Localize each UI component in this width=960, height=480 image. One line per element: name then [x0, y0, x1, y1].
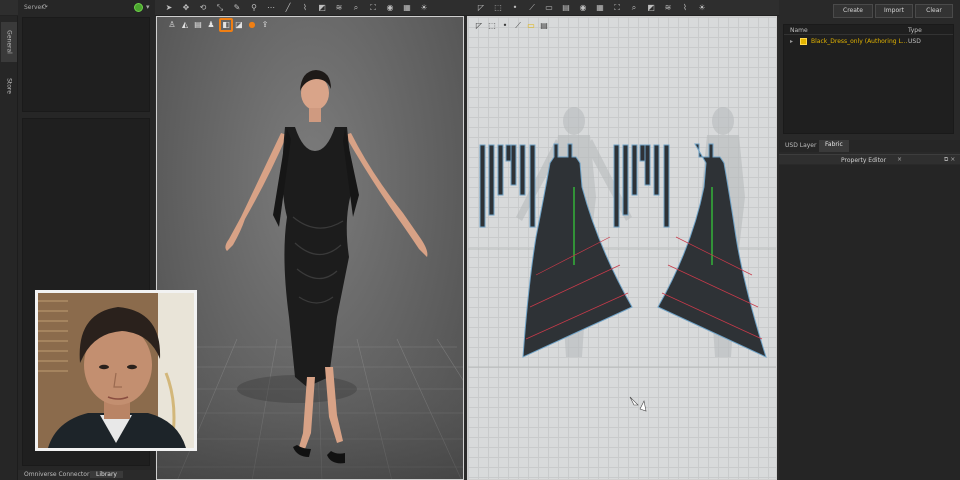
left-side-tab-strip: General Store: [0, 16, 18, 480]
brush-icon[interactable]: ✎: [232, 3, 242, 13]
scene-tree-header: Name Type: [784, 25, 953, 35]
point-icon[interactable]: •: [510, 3, 520, 13]
camera-icon[interactable]: ◉: [385, 3, 395, 13]
3d-scene: [157, 70, 463, 479]
table-row[interactable]: ▸ Black_Dress_only (Authoring L... USD: [784, 37, 953, 47]
fold-icon[interactable]: ◩: [646, 3, 656, 13]
needle-icon[interactable]: ╱: [283, 3, 293, 13]
import-button[interactable]: Import: [875, 4, 913, 18]
render-icon[interactable]: ☀: [419, 3, 429, 13]
expand-arrow-icon[interactable]: ▸: [790, 38, 793, 45]
move-icon[interactable]: ✥: [181, 3, 191, 13]
pin-icon[interactable]: ⚲: [249, 3, 259, 13]
camera-icon[interactable]: ◉: [578, 3, 588, 13]
webcam-overlay: [35, 290, 197, 451]
tab-store-label: Store: [5, 78, 13, 94]
tab-library[interactable]: Library: [90, 471, 123, 478]
segment-icon[interactable]: ⟋: [527, 3, 537, 13]
server-list-panel: [22, 17, 150, 112]
select-icon[interactable]: ◸: [476, 3, 486, 13]
left-panel-header: Server ⟳ ▾: [18, 2, 155, 14]
zoom-icon[interactable]: ⌕: [629, 3, 639, 13]
fit-icon[interactable]: ⛶: [612, 3, 622, 13]
pattern-tool-icon[interactable]: ▭: [544, 3, 554, 13]
column-type[interactable]: Type: [908, 27, 922, 34]
refresh-icon[interactable]: ⟳: [42, 3, 48, 11]
close-icon[interactable]: ×: [897, 156, 902, 163]
zoom-icon[interactable]: ⌕: [351, 3, 361, 13]
right-panel-tabs: USD Layer Fabric: [779, 140, 960, 152]
chevron-down-icon[interactable]: ▾: [146, 3, 150, 11]
avatar-shadow: [237, 375, 357, 403]
connection-status-icon[interactable]: [134, 3, 143, 12]
row-name: Black_Dress_only (Authoring L...: [811, 38, 907, 45]
strap-pieces-left: [479, 144, 536, 228]
sew-icon[interactable]: ⌇: [300, 3, 310, 13]
pleat-icon[interactable]: ≋: [334, 3, 344, 13]
seam-icon[interactable]: ⋯: [266, 3, 276, 13]
create-button[interactable]: Create: [833, 4, 873, 18]
rotate-icon[interactable]: ⟲: [198, 3, 208, 13]
2d-pattern-window[interactable]: ◸ ⬚ • ⟋ ▭ ▤: [467, 16, 777, 480]
tab-store[interactable]: Store: [1, 66, 17, 106]
left-panel-bottom-tabs: Omniverse Connector Library: [18, 470, 155, 480]
tab-general[interactable]: General: [1, 22, 17, 62]
fold-icon[interactable]: ◩: [317, 3, 327, 13]
property-editor-title: Property Editor: [841, 157, 887, 164]
pattern-piece-back: [657, 143, 767, 358]
right-panel: Create Import Clear Name Type ▸ Black_Dr…: [779, 0, 960, 480]
sew-icon[interactable]: ⌇: [680, 3, 690, 13]
tab-omniverse-connector[interactable]: Omniverse Connector: [24, 471, 89, 478]
usd-scene-tree: Name Type ▸ Black_Dress_only (Authoring …: [783, 24, 954, 134]
mouse-cursor-icon: [629, 396, 647, 412]
tab-usd-layer[interactable]: USD Layer: [785, 142, 816, 149]
column-name[interactable]: Name: [790, 27, 808, 34]
texture-icon[interactable]: ▤: [561, 3, 571, 13]
strap-pieces-right: [613, 144, 670, 228]
presenter-video: [38, 293, 194, 448]
grid-icon[interactable]: ▦: [595, 3, 605, 13]
render-icon[interactable]: ☀: [697, 3, 707, 13]
usd-prim-icon: [800, 38, 807, 45]
pleat-icon[interactable]: ≋: [663, 3, 673, 13]
pattern-canvas: [468, 107, 776, 412]
row-type: USD: [908, 38, 921, 45]
fit-icon[interactable]: ⛶: [368, 3, 378, 13]
scale-icon[interactable]: ⤡: [215, 3, 225, 13]
transform-icon[interactable]: ⬚: [493, 3, 503, 13]
pointer-icon[interactable]: ➤: [164, 3, 174, 13]
grid-icon[interactable]: ▦: [402, 3, 412, 13]
property-editor-body: [779, 165, 960, 480]
float-window-icon[interactable]: ⧉ ×: [944, 156, 955, 164]
clear-button[interactable]: Clear: [915, 4, 953, 18]
tab-fabric[interactable]: Fabric: [819, 140, 849, 152]
left-panel-title: Server: [24, 4, 44, 11]
3d-garment-window[interactable]: ♙ ◭ ▤ ♟ ◧ ◪ ● ⇪: [156, 16, 464, 480]
tab-general-label: General: [5, 30, 13, 54]
property-editor-header: Property Editor × ⧉ ×: [779, 154, 960, 164]
